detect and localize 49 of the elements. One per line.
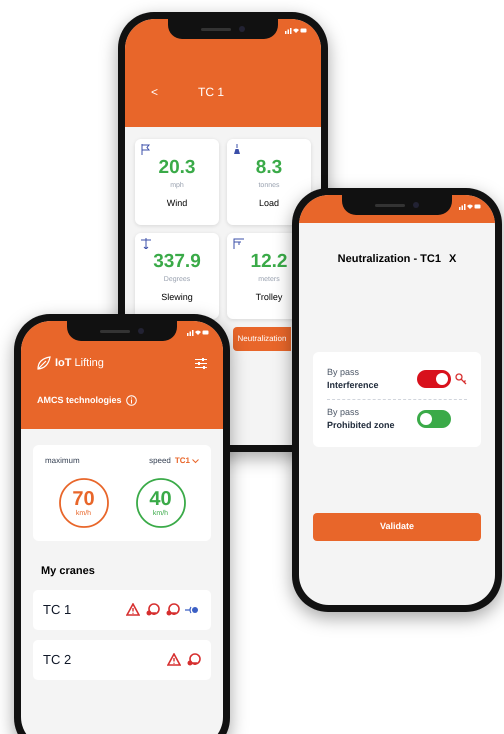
metric-value: 8.3 [256,157,282,179]
status-icons [187,329,209,336]
metric-value: 337.9 [153,251,201,273]
speed-label: speed [149,455,171,467]
back-button[interactable]: < [151,83,158,101]
info-icon[interactable] [126,394,137,406]
warning-icon [167,653,181,666]
crane-icon [141,238,151,249]
gauge-value: 40 [149,488,172,510]
weight-icon [233,144,241,155]
bypass-caption: By pass [327,366,360,379]
warning-icon [126,603,140,616]
validate-button[interactable]: Validate [313,513,481,541]
gauge-value: 70 [72,488,95,510]
crane-row[interactable]: TC 1 [33,590,211,630]
leaf-logo-icon [37,356,51,370]
status-icons [285,27,307,34]
crane-row[interactable]: TC 2 [33,640,211,680]
crane-jib-icon [233,238,244,249]
metric-label: Trolley [256,290,282,304]
bypass-label: Prohibited zone [327,419,394,432]
crane-dropdown[interactable]: TC1 [174,455,199,467]
chevron-down-icon [192,458,199,464]
signal-icon [185,604,201,614]
screen-title: TC 1 [198,84,224,101]
key-badge-icon [165,602,180,616]
section-title: My cranes [41,564,96,579]
toggle-switch[interactable] [417,370,451,388]
metric-value: 20.3 [158,157,196,179]
bypass-caption: By pass [327,406,360,419]
bypass-label: Interference [327,379,379,392]
metric-label: Wind [166,196,188,210]
app-logo-text: IoT Lifting [55,356,104,371]
crane-name: TC 2 [43,650,72,669]
metric-label: Load [258,196,280,210]
speed-label: maximum [45,455,80,467]
dialog-title: Neutralization - TC1 [338,252,441,267]
flag-icon [141,144,151,155]
metric-label: Slewing [161,290,193,304]
metric-value: 12.2 [250,251,288,273]
neutralization-button[interactable]: Neutralization [233,327,291,351]
crane-name: TC 1 [43,600,72,619]
status-icons [459,203,481,210]
filter-settings-icon[interactable] [195,358,207,369]
toggle-switch[interactable] [417,410,451,428]
close-button[interactable]: X [448,251,456,268]
key-badge-icon [145,602,160,616]
key-badge-icon [186,652,201,666]
company-name: AMCS technologies [37,394,122,407]
